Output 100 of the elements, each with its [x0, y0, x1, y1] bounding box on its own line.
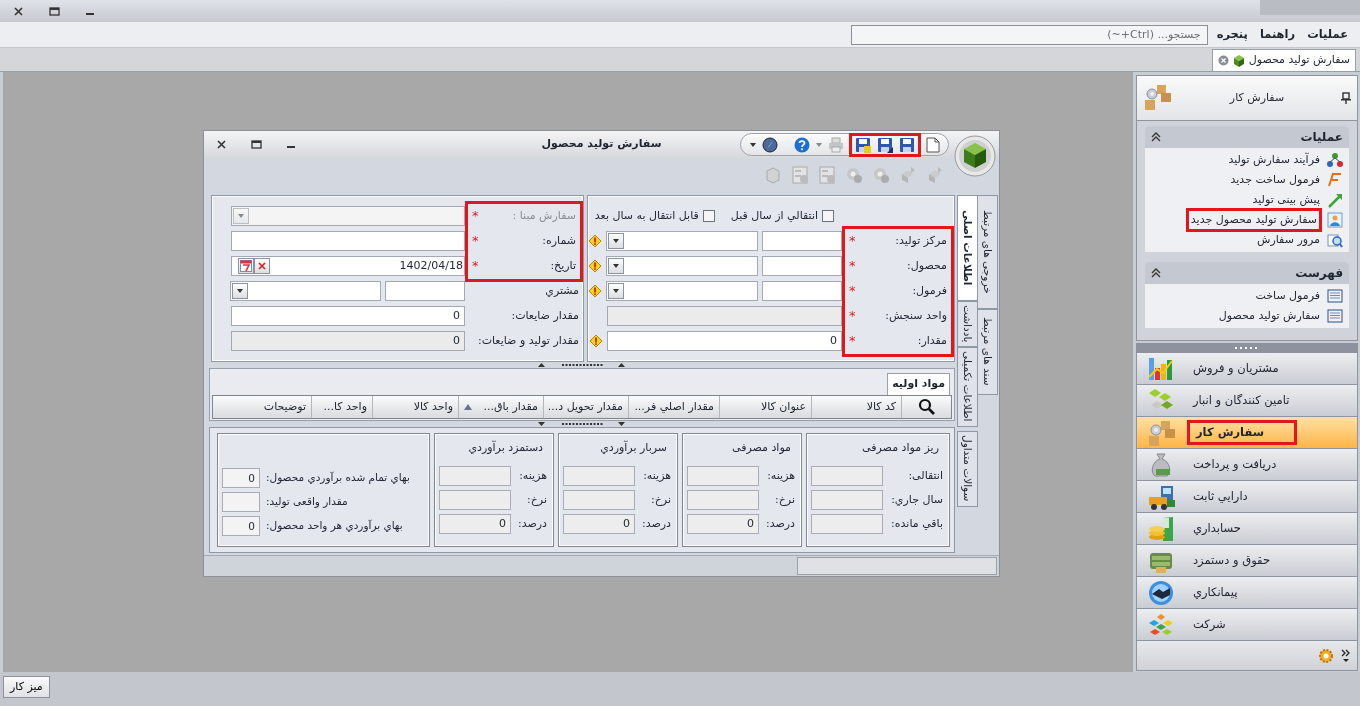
side-tab[interactable]: سند های مرتبط	[977, 308, 998, 395]
module-button[interactable]: دارايي ثابت	[1136, 481, 1358, 513]
column-header[interactable]: توضیحات	[226, 396, 311, 418]
column-header[interactable]: واحد کا...	[311, 396, 372, 418]
column-header[interactable]: واحد کالا	[372, 396, 458, 418]
module-button[interactable]: حسابداري	[1136, 513, 1358, 545]
save-icon[interactable]	[877, 136, 893, 153]
module-button[interactable]: دریافت و پرداخت	[1136, 449, 1358, 481]
field-label: فرمول:	[912, 282, 947, 299]
warning-icon[interactable]	[588, 284, 602, 298]
gear-check-icon[interactable]	[872, 165, 890, 184]
list-icon[interactable]	[1327, 308, 1343, 324]
field-label: درصد:	[765, 516, 795, 532]
menu-item[interactable]: راهنما	[1253, 25, 1302, 44]
logo-icon[interactable]	[954, 135, 996, 177]
code-field[interactable]	[762, 281, 842, 301]
compass-icon[interactable]	[762, 136, 778, 153]
collapse-icon[interactable]	[1151, 132, 1161, 142]
sidebar-link[interactable]: فرآیند سفارش تولید	[1226, 150, 1322, 170]
column-header[interactable]: مقدار تحویل د...	[543, 396, 628, 418]
readonly-field	[811, 490, 883, 511]
readonly-field: 0	[687, 514, 759, 535]
sidebar-link[interactable]: فرمول ساخت جدید	[1228, 170, 1322, 190]
menu-item[interactable]: عملیات	[1301, 25, 1354, 44]
code-field[interactable]	[762, 256, 842, 276]
collapse-icon[interactable]	[1151, 268, 1161, 278]
column-header[interactable]: مقدار اصلي فر...	[628, 396, 719, 418]
expand-menu-icon[interactable]	[1341, 648, 1351, 663]
dropdown-button[interactable]	[608, 283, 624, 299]
module-button[interactable]: مشتریان و فروش	[1136, 353, 1358, 385]
number-field[interactable]: 0	[231, 306, 465, 326]
group-header[interactable]: فهرست	[1295, 264, 1343, 282]
restore-icon[interactable]	[48, 5, 60, 17]
restore-icon[interactable]	[251, 139, 262, 151]
side-tab[interactable]: اطلاعات تکمیلی	[957, 346, 978, 427]
checkbox[interactable]	[702, 210, 715, 222]
dropdown-button[interactable]	[232, 283, 248, 299]
help-icon[interactable]	[794, 136, 810, 153]
required-mark: *	[849, 307, 856, 326]
code-field[interactable]	[385, 281, 465, 301]
grid-tab[interactable]: مواد اولیه	[887, 373, 950, 395]
warning-icon[interactable]	[589, 334, 603, 348]
highlight-box: سفارش کار	[1187, 419, 1298, 446]
list-icon[interactable]	[1327, 288, 1343, 304]
clear-button[interactable]	[254, 258, 270, 274]
column-header[interactable]: عنوان کالا	[719, 396, 811, 418]
document-tab[interactable]: سفارش تولید محصول	[1211, 49, 1356, 71]
person-document-icon[interactable]	[1327, 212, 1343, 228]
sidebar-link[interactable]: فرمول ساخت	[1253, 286, 1322, 306]
side-tab[interactable]: خروجی های مرتبط	[977, 194, 998, 309]
field-label: سفارش مبنا :	[512, 207, 576, 224]
close-icon[interactable]	[216, 139, 227, 151]
caret-icon[interactable]	[749, 140, 757, 149]
text-field[interactable]	[231, 231, 465, 251]
field-label: مقدار تولید و ضایعات:	[477, 332, 579, 349]
network-icon[interactable]	[1327, 152, 1343, 168]
desktop-button[interactable]: میز کار	[3, 676, 50, 698]
side-tab[interactable]: اطلاعات اصلی	[957, 194, 978, 301]
number-field[interactable]: 0	[607, 331, 842, 351]
warning-icon[interactable]	[588, 259, 602, 273]
field-label: مرکز تولید:	[895, 232, 947, 249]
column-header[interactable]: کد کالا	[811, 396, 901, 418]
field-label: باقي مانده:	[891, 516, 943, 532]
pin-icon[interactable]	[1341, 92, 1351, 104]
readonly-field: 0	[222, 516, 260, 537]
new-document-icon[interactable]	[926, 136, 940, 153]
module-button[interactable]: سفارش کار	[1136, 417, 1358, 449]
module-button[interactable]: پیمانکاري	[1136, 577, 1358, 609]
group-header[interactable]: عملیات	[1300, 128, 1343, 146]
magnifier-document-icon[interactable]	[1327, 232, 1343, 248]
sidebar-link[interactable]: پیش بینی تولید	[1250, 190, 1322, 210]
checkbox[interactable]	[822, 210, 834, 222]
save-icon[interactable]	[899, 136, 915, 153]
chart-arrow-icon[interactable]	[1327, 192, 1343, 208]
formula-icon[interactable]	[1327, 172, 1343, 188]
module-button[interactable]: حقوق و دستمزد	[1136, 545, 1358, 577]
splitter-grip-icon[interactable]	[1235, 346, 1259, 350]
panel-title: سفارش کار	[1228, 89, 1286, 106]
warning-icon[interactable]	[588, 234, 602, 248]
search-field[interactable]: جستجو... (Ctrl+~)	[850, 24, 1208, 45]
field-label: درصد:	[641, 516, 671, 532]
date-field[interactable]: 1402/04/18	[231, 256, 465, 276]
module-button[interactable]: تامین کنندگان و انبار	[1136, 385, 1358, 417]
dropdown-button[interactable]	[608, 233, 624, 249]
module-button[interactable]: شرکت	[1136, 609, 1358, 641]
list-check-icon[interactable]	[818, 165, 836, 184]
save-icon[interactable]	[855, 136, 871, 153]
column-header[interactable]: مقدار باق...	[458, 396, 543, 418]
side-tab[interactable]: سوالات متداول	[957, 430, 978, 507]
sidebar-link[interactable]: مرور سفارش	[1255, 230, 1322, 250]
sidebar-link[interactable]: سفارش تولید محصول جدید	[1185, 207, 1322, 233]
sidebar-link[interactable]: سفارش تولید محصول	[1216, 306, 1322, 326]
search-icon[interactable]	[917, 398, 936, 416]
readonly-field	[687, 466, 759, 487]
dropdown-button[interactable]	[608, 258, 624, 274]
close-icon[interactable]	[12, 5, 24, 17]
menu-item[interactable]: پنجره	[1210, 25, 1254, 44]
calendar-button[interactable]	[238, 258, 254, 274]
gear-icon[interactable]	[1319, 648, 1333, 663]
code-field[interactable]	[762, 231, 842, 251]
